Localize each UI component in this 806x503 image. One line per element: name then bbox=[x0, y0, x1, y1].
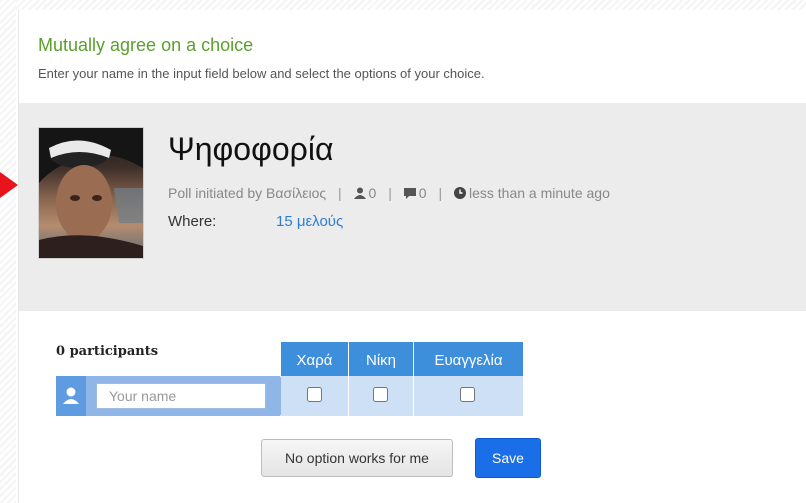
no-option-button[interactable]: No option works for me bbox=[261, 439, 453, 477]
top-edge-pattern bbox=[16, 0, 806, 10]
option-checkbox-chara[interactable] bbox=[307, 387, 322, 402]
poll-header: Ψηφοφορία Poll initiated by Βασίλειος | … bbox=[19, 103, 806, 311]
meta-separator: | bbox=[438, 185, 443, 201]
avatar bbox=[38, 127, 144, 259]
where-label: Where: bbox=[168, 213, 217, 230]
poll-meta: Poll initiated by Βασίλειος | 0 | 0 | le… bbox=[168, 185, 610, 202]
option-cell-niki bbox=[349, 376, 413, 416]
page-description: Enter your name in the input field below… bbox=[38, 66, 485, 81]
participants-count: 0 bbox=[368, 185, 377, 201]
option-header-evangelia: Ευαγγελία bbox=[414, 342, 523, 376]
comment-icon bbox=[403, 186, 416, 202]
poll-title: Ψηφοφορία bbox=[168, 131, 334, 167]
time-ago: less than a minute ago bbox=[468, 185, 610, 201]
option-checkbox-niki[interactable] bbox=[373, 387, 388, 402]
where-link[interactable]: 15 μελούς bbox=[276, 213, 343, 230]
page-heading: Mutually agree on a choice bbox=[38, 35, 254, 55]
pointer-arrow bbox=[0, 172, 18, 198]
option-header-chara: Χαρά bbox=[281, 342, 348, 376]
meta-separator: | bbox=[338, 185, 342, 201]
poll-initiator: Poll initiated by Βασίλειος bbox=[168, 185, 327, 201]
user-icon bbox=[56, 376, 86, 416]
save-button[interactable]: Save bbox=[475, 438, 541, 478]
comments-count: 0 bbox=[418, 185, 427, 201]
option-header-niki: Νίκη bbox=[349, 342, 413, 376]
clock-icon bbox=[453, 186, 466, 202]
name-input[interactable] bbox=[96, 383, 266, 409]
option-cell-evangelia bbox=[414, 376, 523, 416]
option-cell-chara bbox=[281, 376, 348, 416]
option-checkbox-evangelia[interactable] bbox=[460, 387, 475, 402]
page-edge-pattern bbox=[0, 0, 16, 503]
meta-separator: | bbox=[388, 185, 392, 201]
participants-count-label: 0 participants bbox=[56, 344, 159, 359]
poll-panel: Mutually agree on a choice Enter your na… bbox=[18, 10, 806, 503]
user-icon bbox=[353, 186, 366, 202]
